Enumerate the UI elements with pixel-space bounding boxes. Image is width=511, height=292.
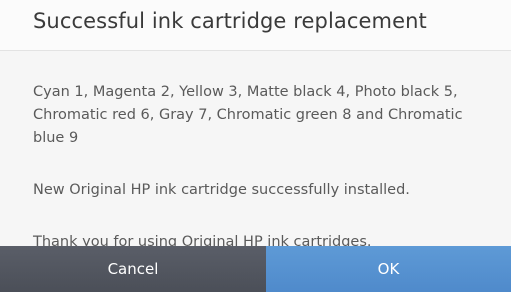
dialog-title: Successful ink cartridge replacement (33, 9, 427, 33)
cancel-button[interactable]: Cancel (0, 246, 266, 292)
ok-button[interactable]: OK (266, 246, 511, 292)
dialog-button-bar: Cancel OK (0, 246, 511, 292)
cartridge-replacement-dialog: Successful ink cartridge replacement Cya… (0, 0, 511, 292)
cartridge-list-text: Cyan 1, Magenta 2, Yellow 3, Matte black… (33, 84, 463, 146)
thank-you-message: Thank you for using Original HP ink cart… (33, 234, 372, 246)
dialog-body[interactable]: Cyan 1, Magenta 2, Yellow 3, Matte black… (0, 51, 511, 246)
dialog-title-bar: Successful ink cartridge replacement (0, 0, 511, 51)
installed-message: New Original HP ink cartridge successful… (33, 182, 410, 198)
